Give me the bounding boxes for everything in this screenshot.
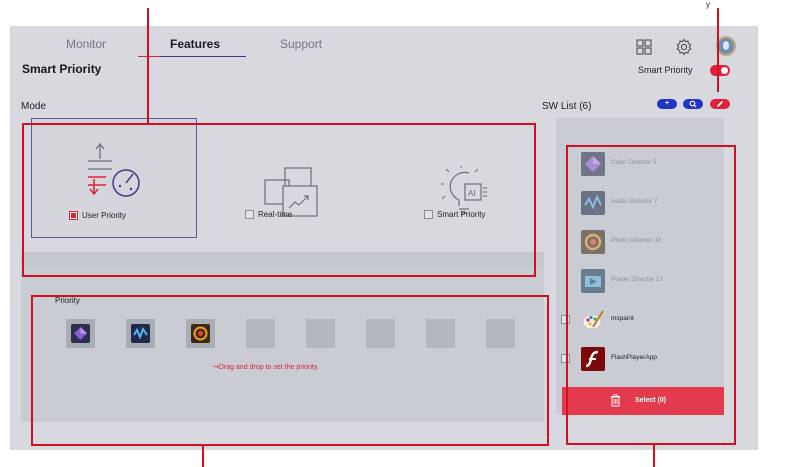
callout-priority-section	[31, 295, 549, 446]
sw-list-label: SW List (6)	[542, 101, 592, 112]
tab-monitor[interactable]: Monitor	[66, 37, 106, 51]
mode-label: Mode	[21, 101, 47, 112]
avatar[interactable]	[716, 36, 736, 56]
callout-sw-list	[566, 145, 736, 445]
page-title: Smart Priority	[22, 62, 102, 76]
edit-icon[interactable]	[710, 99, 730, 109]
search-icon[interactable]	[683, 99, 703, 109]
add-icon[interactable]: +	[657, 99, 677, 109]
callout-line-priority	[202, 446, 204, 467]
gear-icon[interactable]	[675, 38, 693, 56]
callout-line-mode	[147, 8, 149, 123]
callout-caption: y	[706, 0, 710, 9]
active-tab-indicator	[138, 56, 246, 57]
screenshot-root: Monitor Features Support Smart Priority …	[0, 0, 799, 467]
smart-priority-toggle[interactable]	[710, 65, 730, 76]
callout-line-toggle	[717, 8, 719, 92]
smart-priority-toggle-label: Smart Priority	[638, 65, 693, 75]
grid-icon[interactable]	[635, 38, 653, 56]
callout-mode-section	[22, 123, 536, 277]
callout-line-sw-list	[653, 445, 655, 467]
tab-support[interactable]: Support	[280, 37, 322, 51]
tab-bar: Monitor Features Support	[10, 26, 758, 64]
tab-features[interactable]: Features	[170, 37, 220, 51]
